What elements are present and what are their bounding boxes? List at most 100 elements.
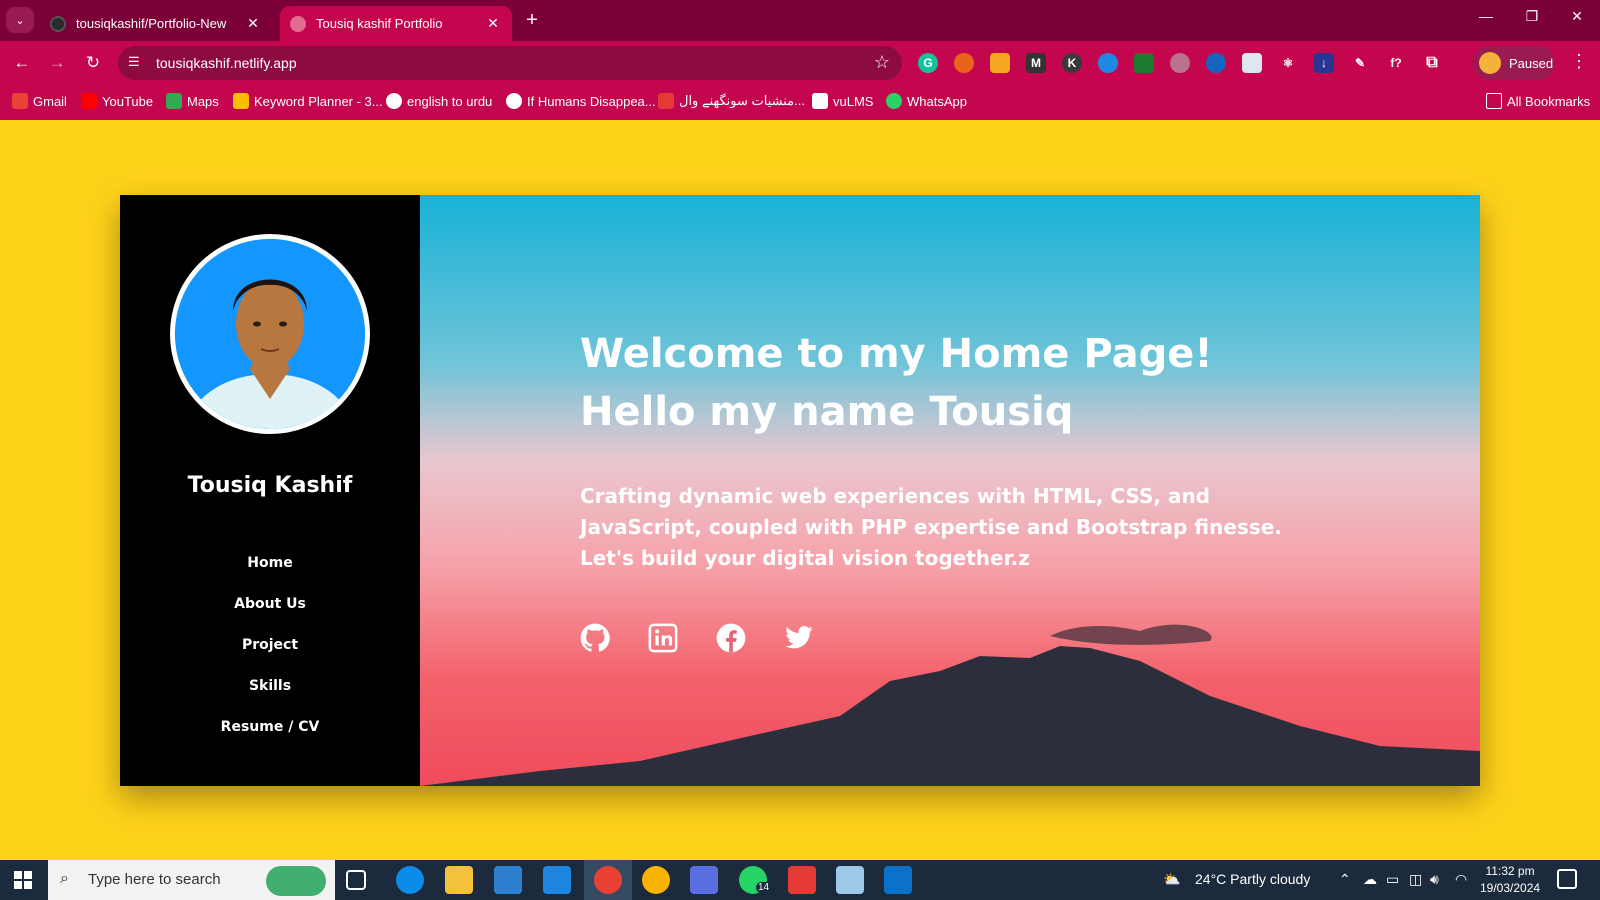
nav-home[interactable]: Home xyxy=(120,553,420,594)
tab-title: tousiqkashif/Portfolio-New xyxy=(76,16,227,31)
url-text[interactable]: tousiqkashif.netlify.app xyxy=(156,55,297,71)
drive-extension-icon[interactable] xyxy=(990,53,1010,73)
chevron-up-icon[interactable]: ⌃ xyxy=(1339,871,1351,888)
extensions-puzzle-icon[interactable]: ⧉ xyxy=(1422,53,1442,73)
fx-extension-icon[interactable]: f? xyxy=(1386,53,1406,73)
extension-icon[interactable] xyxy=(1170,53,1190,73)
nav-skills[interactable]: Skills xyxy=(120,676,420,717)
extension-icon[interactable] xyxy=(1134,53,1154,73)
close-icon[interactable]: ✕ xyxy=(484,15,502,32)
close-icon[interactable]: ✕ xyxy=(244,15,262,32)
react-extension-icon[interactable]: ⚛ xyxy=(1278,53,1298,73)
pen-extension-icon[interactable]: ✎ xyxy=(1350,53,1370,73)
file-explorer-icon[interactable] xyxy=(445,866,473,894)
globe-favicon-icon xyxy=(290,15,306,32)
tab-search-button[interactable]: ⌄ xyxy=(6,7,34,33)
meet-now-icon[interactable]: ◫ xyxy=(1409,871,1422,888)
reload-button[interactable]: ↻ xyxy=(82,52,104,74)
microsoft-store-icon[interactable] xyxy=(494,866,522,894)
avatar xyxy=(1479,52,1501,74)
twitter-icon[interactable] xyxy=(784,623,814,653)
bookmark-youtube[interactable]: YouTube xyxy=(81,93,153,109)
new-tab-button[interactable]: + xyxy=(520,8,544,32)
onedrive-icon[interactable]: ☁ xyxy=(1363,871,1377,888)
profile-photo xyxy=(170,234,370,434)
shield-extension-icon[interactable] xyxy=(1242,53,1262,73)
nav-resume-cv[interactable]: Resume / CV xyxy=(120,717,420,758)
youtube-icon xyxy=(81,93,97,109)
wifi-icon[interactable]: ◠ xyxy=(1455,871,1467,888)
weather-text[interactable]: 24°C Partly cloudy xyxy=(1195,871,1310,887)
mountain-silhouette xyxy=(420,624,1480,786)
chrome-icon[interactable] xyxy=(594,866,622,894)
clock-date: 19/03/2024 xyxy=(1480,881,1541,895)
bookmark-label: english to urdu xyxy=(407,93,493,109)
site-info-icon[interactable]: ☰ xyxy=(128,54,140,70)
nav-about-us[interactable]: About Us xyxy=(120,594,420,635)
minimize-button[interactable]: — xyxy=(1471,8,1501,24)
extension-icon[interactable] xyxy=(954,53,974,73)
github-icon[interactable] xyxy=(580,623,610,653)
edge-extension-icon[interactable] xyxy=(1206,53,1226,73)
search-highlight-image xyxy=(266,866,326,896)
k-extension-icon[interactable]: K xyxy=(1062,53,1082,73)
window-close-button[interactable]: ✕ xyxy=(1562,8,1592,25)
tab-portfolio[interactable]: Tousiq kashif Portfolio ✕ xyxy=(280,6,512,41)
tab-github[interactable]: tousiqkashif/Portfolio-New ✕ xyxy=(40,6,272,41)
copilot-icon[interactable] xyxy=(690,866,718,894)
whatsapp-badge: 14 xyxy=(756,882,772,893)
download-extension-icon[interactable]: ↓ xyxy=(1314,53,1334,73)
bookmark-keyword-planner[interactable]: Keyword Planner - 3... xyxy=(233,93,383,109)
chrome-profile-icon[interactable] xyxy=(642,866,670,894)
bookmark-label: منشیات سونگھنے وال... xyxy=(679,93,805,108)
tab-title: Tousiq kashif Portfolio xyxy=(316,16,443,31)
social-links xyxy=(580,623,814,653)
volume-icon[interactable]: 🔊︎ xyxy=(1430,871,1439,888)
bookmark-humans-disappear[interactable]: If Humans Disappea... xyxy=(506,93,656,109)
task-view-icon[interactable] xyxy=(346,870,366,890)
m-extension-icon[interactable]: M xyxy=(1026,53,1046,73)
bookmark-gmail[interactable]: Gmail xyxy=(12,93,67,109)
edge-icon[interactable] xyxy=(396,866,424,894)
profile-button[interactable]: Paused xyxy=(1473,46,1555,80)
address-bar[interactable]: ☰ tousiqkashif.netlify.app ☆ xyxy=(118,46,902,80)
clock-time: 11:32 pm xyxy=(1485,864,1535,878)
hero-heading: Welcome to my Home Page! Hello my name T… xyxy=(580,325,1300,441)
hero-heading-line1: Welcome to my Home Page! xyxy=(580,331,1213,377)
linkedin-icon[interactable] xyxy=(648,623,678,653)
sidebar: Tousiq Kashif Home About Us Project Skil… xyxy=(120,195,420,786)
bookmark-star-icon[interactable]: ☆ xyxy=(874,52,890,73)
bookmark-vulms[interactable]: vuLMS xyxy=(812,93,873,109)
search-icon: ⌕ xyxy=(60,870,69,887)
bookmark-label: Keyword Planner - 3... xyxy=(254,93,383,109)
bookmark-label: If Humans Disappea... xyxy=(527,93,656,109)
taskbar-search-input[interactable]: ⌕ Type here to search xyxy=(48,860,335,900)
back-button[interactable]: ← xyxy=(11,52,33,74)
menu-kebab-icon[interactable]: ⋮ xyxy=(1570,51,1588,72)
notepad-icon[interactable] xyxy=(836,866,864,894)
taskbar-clock[interactable]: 11:32 pm 19/03/2024 xyxy=(1480,863,1540,897)
bookmark-english-urdu[interactable]: english to urdu xyxy=(386,93,492,109)
bookmark-whatsapp[interactable]: WhatsApp xyxy=(886,93,967,109)
notification-center-icon[interactable] xyxy=(1557,869,1577,889)
extension-icon[interactable] xyxy=(1098,53,1118,73)
nav-project[interactable]: Project xyxy=(120,635,420,676)
bookmark-urdu[interactable]: منشیات سونگھنے وال... xyxy=(658,93,805,109)
all-bookmarks[interactable]: All Bookmarks xyxy=(1486,93,1590,109)
hero-heading-line2: Hello my name Tousiq xyxy=(580,389,1074,435)
facebook-icon[interactable] xyxy=(716,623,746,653)
bookmark-maps[interactable]: Maps xyxy=(166,93,219,109)
restore-button[interactable]: ❐ xyxy=(1517,8,1547,25)
forward-button[interactable]: → xyxy=(46,52,68,74)
battery-icon[interactable]: ▭ xyxy=(1386,871,1399,888)
bookmark-label: YouTube xyxy=(102,93,154,109)
anydesk-icon[interactable] xyxy=(788,866,816,894)
windows-start-icon[interactable] xyxy=(14,871,32,889)
mail-icon[interactable] xyxy=(543,866,571,894)
sidebar-nav: Home About Us Project Skills Resume / CV xyxy=(120,553,420,758)
folder-icon xyxy=(1486,93,1502,109)
grammarly-extension-icon[interactable]: G xyxy=(918,53,938,73)
vscode-icon[interactable] xyxy=(884,866,912,894)
bookmark-label: vuLMS xyxy=(833,93,874,109)
weather-icon[interactable]: ⛅ xyxy=(1163,871,1180,888)
